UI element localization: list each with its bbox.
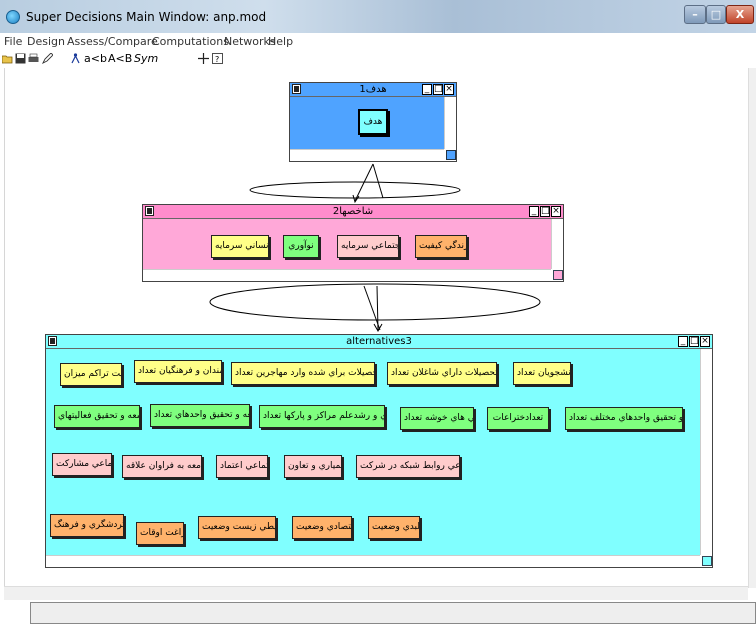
alt-node[interactable]: فناوري و رشدعلم مراكز و پاركها تعداد [259, 405, 385, 428]
alt-node[interactable]: توسعه و تحقيق واحدهاي تعداد [150, 404, 250, 427]
canvas-vertical-scrollbar[interactable] [748, 68, 756, 588]
menu-computations[interactable]: Computations [152, 35, 229, 48]
cluster-criteria-color-swatch[interactable] [553, 270, 563, 280]
node-criteria-3[interactable]: نوآوري [283, 235, 319, 258]
node-goal[interactable]: هدف [358, 109, 388, 135]
alt-node[interactable]: توسعه و تحقيق فعاليتهاي [54, 405, 140, 428]
cluster-criteria-title: شاخصها2 [332, 206, 374, 217]
app-icon [6, 10, 20, 24]
cluster-criteria-titlebar[interactable]: شاخصها2 _ □ × [143, 205, 563, 219]
cursor-arrow-icon[interactable] [198, 53, 209, 64]
alt-node[interactable]: اجتماعي روابط شبكه در شركت [356, 455, 460, 478]
cluster-close-icon[interactable]: × [444, 84, 454, 95]
cluster-alternatives-hscroll[interactable] [46, 555, 700, 567]
cluster-goal[interactable]: هدف1 _ □ × هدف [289, 82, 457, 162]
cluster-alternatives-vscroll[interactable] [700, 349, 712, 555]
title-bar: Super Decisions Main Window: anp.mod – □… [0, 0, 756, 33]
alt-node[interactable]: دانشجويان تعداد [513, 362, 571, 385]
cluster-alternatives-title: alternatives3 [346, 336, 412, 347]
cluster-goal-title: هدف1 [359, 84, 387, 95]
pencil-icon[interactable] [42, 53, 53, 64]
save-icon[interactable] [15, 53, 26, 64]
cluster-criteria-vscroll[interactable] [551, 219, 563, 269]
alt-node[interactable]: تعدادختراعات [487, 407, 549, 430]
canvas-horizontal-scrollbar[interactable] [4, 586, 748, 600]
menu-bar: File Design Assess/Compare Computations … [0, 33, 756, 49]
alt-node[interactable]: عالي تحصيلات داراي شاغلان تعداد [387, 362, 497, 385]
alt-node[interactable]: اجتماعي اعتماد [216, 455, 268, 478]
toolbar: a<b A<B Sym ? [0, 50, 756, 68]
minimize-button[interactable]: – [684, 5, 706, 24]
cluster-menu-icon[interactable] [145, 206, 154, 216]
ABC-compare-tool[interactable]: A<B [108, 52, 132, 65]
node-criteria-4[interactable]: انساني سرمايه [211, 235, 269, 258]
cluster-alternatives-color-swatch[interactable] [702, 556, 712, 566]
help-pointer-icon[interactable]: ? [212, 53, 223, 64]
alt-node[interactable]: كالبدي وضعيت [368, 516, 420, 539]
maximize-button[interactable]: □ [706, 5, 726, 24]
sym-tool[interactable]: Sym [134, 52, 158, 65]
alt-node[interactable]: محيطي زيست وضعيت [198, 516, 276, 539]
cluster-criteria[interactable]: شاخصها2 _ □ × زندگي كيفيت اجتماعي سرمايه ن… [142, 204, 564, 282]
cluster-alternatives-titlebar[interactable]: alternatives3 _ □ × [46, 335, 712, 349]
node-criteria-2[interactable]: اجتماعي سرمايه [337, 235, 399, 258]
cluster-close-icon[interactable]: × [700, 336, 710, 347]
network-icon[interactable] [70, 53, 81, 64]
menu-design[interactable]: Design [27, 35, 65, 48]
menu-help[interactable]: Help [268, 35, 293, 48]
cluster-goal-hscroll[interactable] [290, 149, 444, 161]
alt-node[interactable]: اجتماعي مشاركت [52, 453, 112, 476]
print-icon[interactable] [28, 53, 39, 64]
svg-text:?: ? [215, 55, 219, 64]
status-bar [30, 602, 756, 624]
alt-node[interactable]: عالي تحصيلات براي شده وارد مهاجرين تعداد [231, 362, 375, 385]
cluster-minimize-icon[interactable]: _ [529, 206, 539, 217]
alt-node[interactable]: هنرمندان و فرهنگيان تعداد [134, 360, 222, 383]
alt-node[interactable]: جمعيت تراكم ميزان [60, 363, 122, 386]
alt-node[interactable]: توسعه و تحقيق واحدهاي مختلف تعداد [565, 407, 683, 430]
window-title: Super Decisions Main Window: anp.mod [26, 10, 267, 24]
alt-node[interactable]: فراغت اوقات [136, 522, 184, 545]
menu-file[interactable]: File [4, 35, 22, 48]
alt-node[interactable]: اقتصادي وضعيت [292, 516, 352, 539]
node-criteria-1[interactable]: زندگي كيفيت [415, 235, 467, 258]
cluster-criteria-hscroll[interactable] [143, 269, 551, 281]
cluster-maximize-icon[interactable]: □ [689, 336, 699, 347]
cluster-minimize-icon[interactable]: _ [678, 336, 688, 347]
cluster-alternatives[interactable]: alternatives3 _□× دانشجويان تعداد عالي ت… [45, 334, 713, 568]
alt-node[interactable]: گردشگري و فرهنگ [50, 514, 124, 537]
cluster-goal-titlebar[interactable]: هدف1 _ □ × [290, 83, 456, 97]
cluster-goal-color-swatch[interactable] [446, 150, 456, 160]
cluster-goal-vscroll[interactable] [444, 97, 456, 149]
abc-compare-tool[interactable]: a<b [84, 52, 107, 65]
cluster-close-icon[interactable]: × [551, 206, 561, 217]
cluster-maximize-icon[interactable]: □ [433, 84, 443, 95]
open-folder-icon[interactable] [2, 53, 13, 64]
cluster-minimize-icon[interactable]: _ [422, 84, 432, 95]
cluster-menu-icon[interactable] [292, 84, 301, 94]
menu-assess-compare[interactable]: Assess/Compare [67, 35, 158, 48]
cluster-maximize-icon[interactable]: □ [540, 206, 550, 217]
close-button[interactable]: X [726, 5, 754, 24]
alt-node[interactable]: جامعه به فراوان علاقه [122, 455, 202, 478]
alt-node[interactable]: همياري و تعاون [284, 455, 342, 478]
cluster-menu-icon[interactable] [48, 336, 57, 346]
alt-node[interactable]: صنعتي هاي خوشه تعداد [400, 407, 474, 430]
